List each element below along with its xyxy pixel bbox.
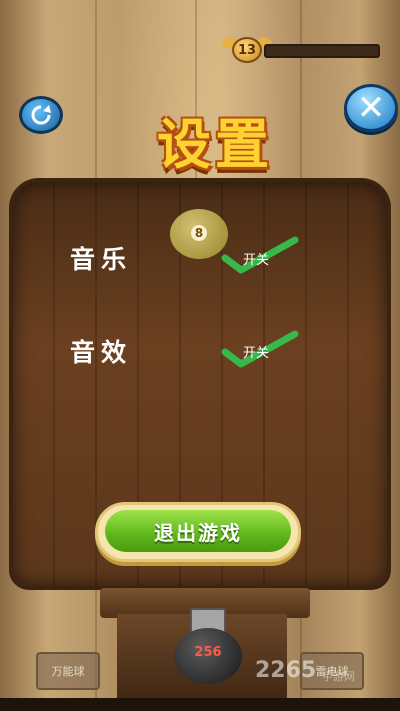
music-label: 音乐 <box>70 245 133 274</box>
level-badge: 13 <box>232 37 262 63</box>
sound-toggle[interactable]: 开关 <box>243 342 269 361</box>
refresh-icon <box>31 105 51 125</box>
watermark-logo: 2265 <box>255 658 317 683</box>
exit-game-label: 退出游戏 <box>105 510 291 552</box>
skill-universal-ball-button[interactable]: 万能球 <box>36 652 100 690</box>
close-icon: ✕ <box>356 88 386 128</box>
ball-number: 8 <box>191 225 207 241</box>
close-button[interactable]: ✕ <box>344 84 398 132</box>
watermark-sub: 手游网 <box>322 670 355 683</box>
refresh-button[interactable] <box>19 96 63 134</box>
sound-label: 音效 <box>70 338 133 367</box>
music-toggle[interactable]: 开关 <box>243 249 269 268</box>
top-bar: 13 <box>0 0 400 80</box>
game-scene: 13 ✕ 设置 8 音乐 开关 音效 开关 退出游戏 256 万能球 雷电球 2… <box>0 0 400 711</box>
bottom-strip <box>0 698 400 711</box>
level-progress-bar <box>264 44 380 58</box>
ball-count: 256 <box>194 645 222 660</box>
settings-title: 设置 <box>157 113 273 176</box>
exit-game-button[interactable]: 退出游戏 <box>95 502 301 562</box>
